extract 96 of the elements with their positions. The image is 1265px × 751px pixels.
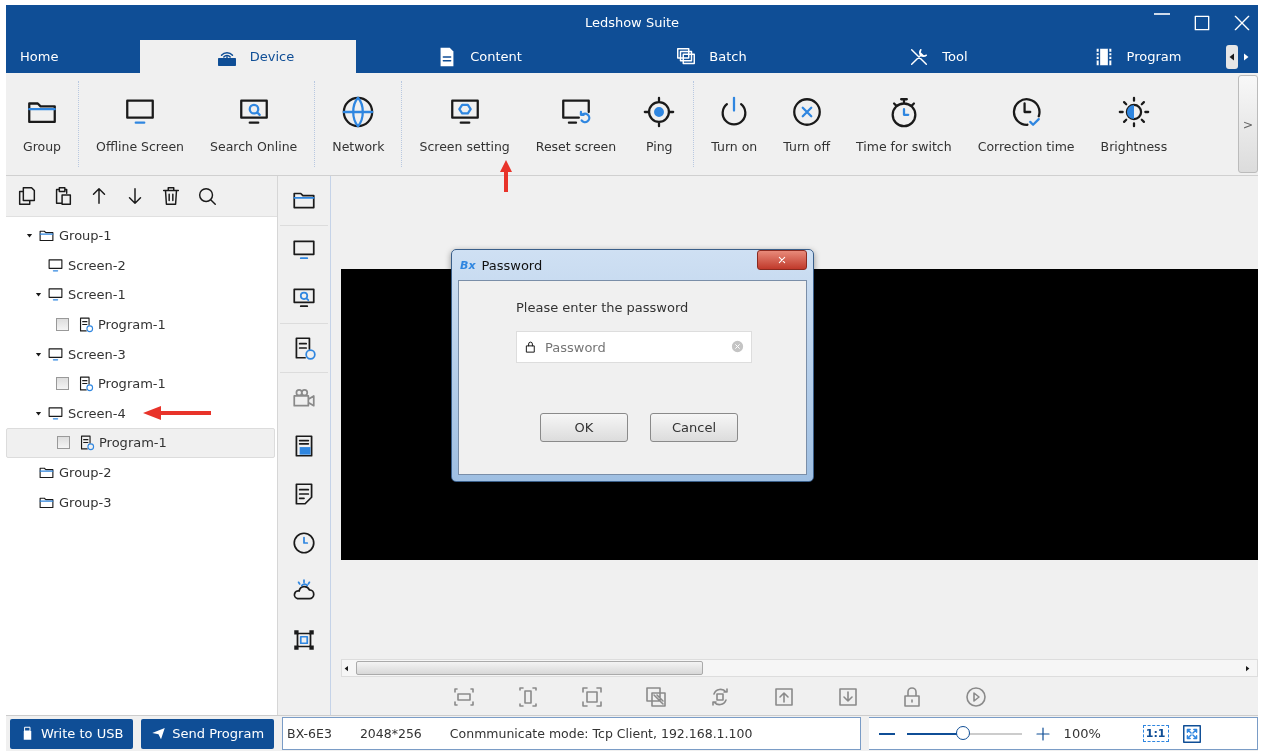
tree-label: Screen-4: [68, 405, 126, 421]
window-title: Ledshow Suite: [584, 15, 680, 30]
fit-width-icon: [451, 685, 476, 709]
checkbox[interactable]: [56, 377, 69, 391]
tree-item[interactable]: Group-2: [6, 457, 275, 488]
tab[interactable]: Content: [356, 40, 588, 73]
monitor-icon: [47, 256, 64, 274]
toolbar-button[interactable]: Search Online: [197, 94, 311, 154]
dialog-title: Password: [481, 257, 543, 273]
tree-item[interactable]: Group-3: [6, 487, 275, 517]
status-button[interactable]: Write to USB: [10, 718, 134, 749]
connection-info: Conmmunicate mode: Tcp Client, 192.168.1.100: [449, 726, 753, 741]
pointer-arrow: [499, 160, 513, 192]
program-icon: [77, 316, 94, 334]
toolbar-button[interactable]: Turn on: [698, 94, 771, 154]
tree-label: Program-1: [98, 376, 166, 392]
tool-button[interactable]: [196, 185, 218, 207]
toolbar-button[interactable]: Network: [319, 94, 398, 154]
slider-thumb[interactable]: [956, 725, 971, 740]
status-button[interactable]: Send Program: [141, 718, 275, 749]
tab[interactable]: Home: [6, 40, 140, 73]
scroll-left-button[interactable]: [1226, 44, 1238, 69]
maximize-icon: [1192, 13, 1212, 33]
tree-item[interactable]: Screen-2: [6, 250, 275, 281]
toolbar-button[interactable]: Correction time: [964, 94, 1088, 154]
zoom-percentage: 100%: [1063, 726, 1101, 741]
checkbox[interactable]: [57, 436, 70, 450]
toolbar-button[interactable]: Offline Screen: [83, 94, 198, 154]
tab[interactable]: Program: [1042, 40, 1218, 73]
monitor-icon: [47, 345, 64, 363]
zoom-slider[interactable]: [906, 725, 1022, 742]
tool-button[interactable]: [16, 185, 38, 207]
tree-label: Group-1: [59, 228, 112, 244]
fullscreen-icon: [1180, 722, 1203, 745]
tab[interactable]: Device: [140, 40, 356, 73]
tree-label: Group-3: [59, 494, 112, 510]
target-icon: [642, 94, 677, 129]
play-icon: [963, 685, 988, 709]
fit-frame-icon: [579, 685, 604, 709]
program-icon: [77, 375, 94, 393]
tree-label: Group-2: [59, 465, 112, 481]
horizontal-scrollbar[interactable]: [341, 659, 1258, 677]
trash-icon: [160, 185, 182, 207]
toolbar-button[interactable]: Group: [10, 94, 75, 154]
fullscreen-button[interactable]: [1180, 722, 1203, 745]
canvas-tool-button[interactable]: [643, 685, 668, 709]
toolbar-button[interactable]: Brightness: [1087, 94, 1181, 154]
dialog-prompt: Please enter the password: [516, 300, 689, 315]
tab[interactable]: Tool: [820, 40, 1042, 73]
program-icon: [78, 434, 95, 452]
toolbar-button[interactable]: Ping: [629, 94, 690, 154]
lock-icon: [523, 339, 538, 354]
tree-item[interactable]: Screen-1: [6, 280, 275, 310]
tree-item[interactable]: Screen-3: [6, 339, 275, 369]
screen-resolution: 2048*256: [359, 726, 422, 741]
paper-plane-icon: [151, 726, 167, 741]
toolbar-button[interactable]: Reset screen: [522, 94, 630, 154]
search-icon: [196, 185, 218, 207]
clock-icon: [291, 529, 317, 556]
tree-label: Program-1: [98, 317, 166, 333]
scroll-right-icon: [1243, 663, 1252, 673]
clear-icon: [730, 339, 745, 354]
checkbox[interactable]: [56, 318, 69, 332]
tree-item[interactable]: Program-1: [6, 428, 275, 458]
canvas-tool-button[interactable]: [963, 685, 988, 709]
tool-button[interactable]: [160, 185, 182, 207]
toolbar-button[interactable]: Time for switch: [843, 94, 965, 154]
dialog-close-button[interactable]: [757, 250, 807, 270]
tree-item[interactable]: Program-1: [6, 309, 275, 340]
password-field[interactable]: Password: [516, 331, 752, 363]
tree-label: Screen-2: [68, 257, 126, 273]
globe-icon: [341, 94, 376, 129]
monitor-icon: [47, 404, 64, 422]
dialog-button[interactable]: OK: [540, 413, 628, 442]
zoom-out-icon: [878, 732, 895, 735]
device-model: BX-6E3: [287, 726, 332, 741]
tree-item[interactable]: Program-1: [6, 368, 275, 399]
actual-size-button[interactable]: 1:1: [1142, 725, 1169, 742]
tree-item[interactable]: Group-1: [6, 221, 275, 251]
tree-label: Program-1: [99, 435, 167, 451]
close-icon: [1232, 13, 1252, 33]
minimize-icon: [1152, 13, 1172, 15]
layers-icon: [643, 685, 668, 709]
copy-icon: [16, 185, 38, 207]
more-button[interactable]: >: [1238, 75, 1258, 173]
toolbar-button[interactable]: Turn off: [770, 94, 844, 154]
scroll-left-icon: [342, 663, 351, 673]
dialog-button[interactable]: Cancel: [650, 413, 738, 442]
app-logo: Bx: [460, 258, 476, 272]
brightness-icon: [1116, 94, 1151, 129]
tab[interactable]: Batch: [588, 40, 820, 73]
pointer-arrow: [143, 406, 211, 420]
tree-label: Screen-3: [68, 346, 126, 362]
tree-item[interactable]: Screen-4: [6, 398, 275, 429]
toolbar-button[interactable]: Screen setting: [406, 94, 523, 154]
tree-label: Screen-1: [68, 287, 126, 303]
